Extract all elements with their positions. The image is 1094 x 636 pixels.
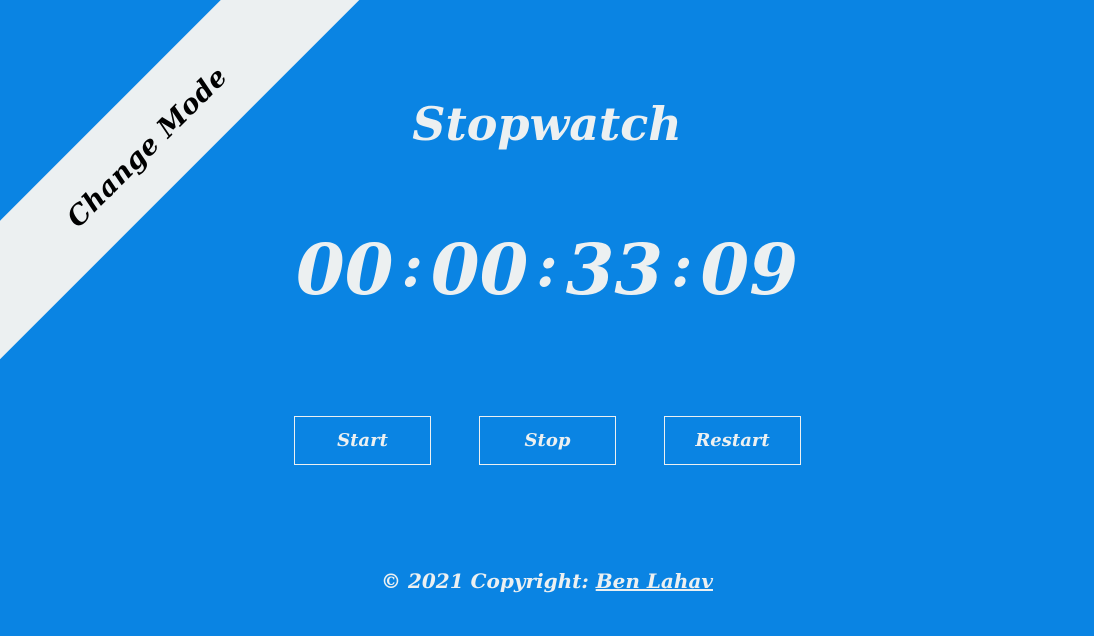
timer-centiseconds: 09 [700, 228, 798, 311]
copyright-text: © 2021 Copyright: [381, 569, 596, 593]
timer-separator: : [401, 232, 423, 300]
timer-hours: 00 [296, 228, 394, 311]
controls-row: Start Stop Restart [294, 416, 801, 465]
stop-button[interactable]: Stop [479, 416, 616, 465]
timer-minutes: 00 [430, 228, 529, 311]
timer-seconds: 33 [565, 228, 664, 311]
footer: © 2021 Copyright: Ben Lahav [0, 569, 1094, 593]
page-title: Stopwatch [412, 97, 682, 151]
restart-button[interactable]: Restart [664, 416, 801, 465]
timer-display: 00 : 00 : 33 : 09 [0, 228, 1094, 312]
start-button[interactable]: Start [294, 416, 431, 465]
stopwatch-page: Change Mode Stopwatch 00 : 00 : 33 : 09 … [0, 0, 1094, 636]
timer-separator: : [671, 232, 693, 300]
author-link[interactable]: Ben Lahav [596, 569, 713, 593]
timer-separator: : [536, 232, 558, 300]
